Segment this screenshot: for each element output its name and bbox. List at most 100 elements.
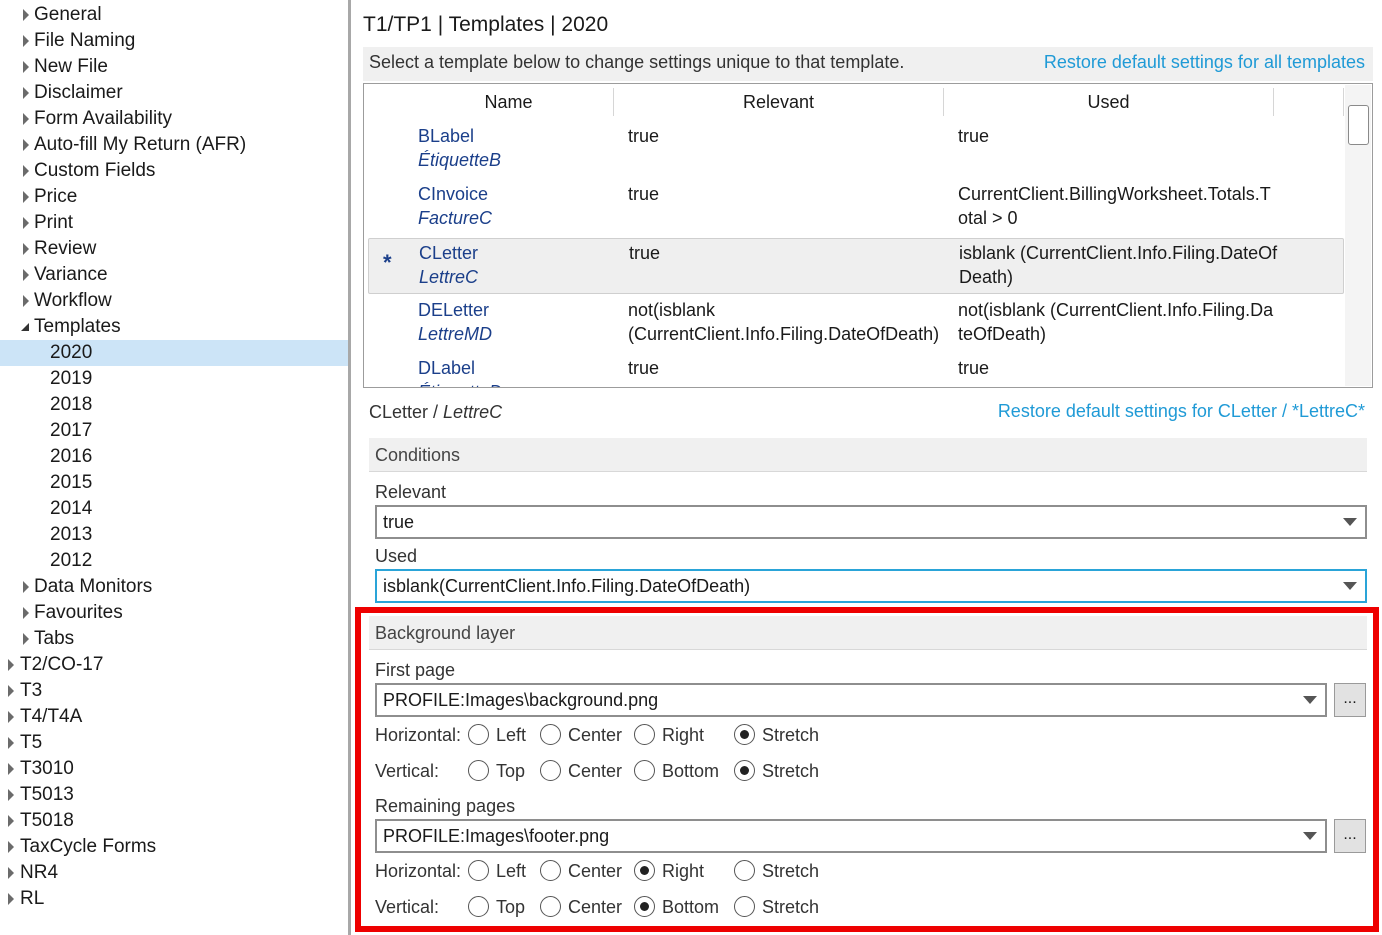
tree-item-label: TaxCycle Forms	[20, 836, 157, 857]
expand-arrow-icon[interactable]	[20, 184, 32, 210]
tree-item-disclaimer[interactable]: Disclaimer	[0, 80, 340, 106]
tree-item-form-availability[interactable]: Form Availability	[0, 106, 340, 132]
tree-item-2018[interactable]: 2018	[0, 392, 340, 418]
expand-arrow-icon[interactable]	[20, 158, 32, 184]
table-row[interactable]: BLabel ÉtiquetteB true true	[368, 122, 1344, 178]
tree-item-templates[interactable]: Templates	[0, 314, 340, 340]
tree-item-label: Workflow	[34, 290, 112, 311]
tree-item-t5013[interactable]: T5013	[0, 782, 340, 808]
expand-arrow-icon[interactable]	[5, 756, 17, 782]
tree-item-label: New File	[34, 56, 108, 77]
restore-all-link[interactable]: Restore default settings for all templat…	[1044, 52, 1365, 73]
expand-arrow-icon[interactable]	[5, 886, 17, 912]
tree-item-label: 2020	[50, 342, 93, 363]
tree-item-print[interactable]: Print	[0, 210, 340, 236]
tree-splitter[interactable]	[348, 0, 351, 935]
table-row[interactable]: DLabel ÉtiquetteD true true	[368, 354, 1344, 387]
column-header-name[interactable]: Name	[404, 88, 614, 116]
tree-item-rl[interactable]: RL	[0, 886, 340, 912]
table-row[interactable]: DELetter LettreMD not(isblank (CurrentClie…	[368, 296, 1344, 352]
expand-arrow-icon[interactable]	[5, 782, 17, 808]
tree-item-tabs[interactable]: Tabs	[0, 626, 340, 652]
expand-arrow-icon[interactable]	[20, 80, 32, 106]
conditions-heading: Conditions	[369, 438, 1367, 472]
tree-item-label: 2014	[50, 498, 93, 519]
selected-separator: /	[428, 402, 444, 422]
selected-name: CLetter	[369, 402, 429, 422]
tree-item-t5018[interactable]: T5018	[0, 808, 340, 834]
tree-item-data-monitors[interactable]: Data Monitors	[0, 574, 340, 600]
tree-item-label: T5	[20, 732, 43, 753]
expand-arrow-icon[interactable]	[20, 626, 32, 652]
tree-item-2012[interactable]: 2012	[0, 548, 340, 574]
tree-item-workflow[interactable]: Workflow	[0, 288, 340, 314]
tree-item-t4-t4a[interactable]: T4/T4A	[0, 704, 340, 730]
tree-item-t3010[interactable]: T3010	[0, 756, 340, 782]
tree-item-label: T3	[20, 680, 43, 701]
grid-scrollbar[interactable]	[1345, 85, 1371, 386]
tree-item-taxcycle-forms[interactable]: TaxCycle Forms	[0, 834, 340, 860]
expand-arrow-icon[interactable]	[5, 808, 17, 834]
table-row[interactable]: * CLetter LettreC true isblank (CurrentClien…	[368, 238, 1344, 294]
expand-arrow-icon[interactable]	[20, 262, 32, 288]
used-dropdown[interactable]: isblank(CurrentClient.Info.Filing.DateOf…	[375, 569, 1367, 603]
tree-item-variance[interactable]: Variance	[0, 262, 340, 288]
tree-item-label: Variance	[34, 264, 108, 285]
table-row[interactable]: CInvoice FactureC true CurrentClient.Billin…	[368, 180, 1344, 236]
expand-arrow-icon[interactable]	[20, 600, 32, 626]
expand-arrow-icon[interactable]	[5, 652, 17, 678]
tree-item-label: 2015	[50, 472, 93, 493]
expand-arrow-icon[interactable]	[20, 54, 32, 80]
tree-item-review[interactable]: Review	[0, 236, 340, 262]
tree-item-2014[interactable]: 2014	[0, 496, 340, 522]
expand-arrow-icon[interactable]	[20, 288, 32, 314]
tree-item-2016[interactable]: 2016	[0, 444, 340, 470]
tree-item-general[interactable]: General	[0, 2, 340, 28]
expand-arrow-icon[interactable]	[5, 730, 17, 756]
expand-arrow-icon[interactable]	[20, 2, 32, 28]
tree-item-2017[interactable]: 2017	[0, 418, 340, 444]
column-header-relevant[interactable]: Relevant	[614, 88, 944, 116]
used-label: Used	[375, 546, 418, 566]
highlight-box	[355, 607, 1379, 932]
column-header-used[interactable]: Used	[944, 88, 1274, 116]
tree-item-2013[interactable]: 2013	[0, 522, 340, 548]
template-french-name: FactureC	[418, 208, 493, 228]
expand-arrow-icon[interactable]	[5, 704, 17, 730]
tree-item-t5[interactable]: T5	[0, 730, 340, 756]
restore-template-link[interactable]: Restore default settings for CLetter / *…	[998, 401, 1365, 422]
used-value: isblank(CurrentClient.Info.Filing.DateOf…	[383, 576, 751, 596]
relevant-cell: true	[628, 358, 660, 378]
relevant-dropdown[interactable]: true	[375, 505, 1367, 539]
expand-arrow-icon[interactable]	[20, 28, 32, 54]
tree-item-favourites[interactable]: Favourites	[0, 600, 340, 626]
tree-item-price[interactable]: Price	[0, 184, 340, 210]
page-title: T1/TP1 | Templates | 2020	[363, 13, 609, 36]
tree-item-2015[interactable]: 2015	[0, 470, 340, 496]
expand-arrow-icon[interactable]	[20, 106, 32, 132]
relevant-label: Relevant	[375, 482, 447, 502]
tree-item-label: T2/CO-17	[20, 654, 104, 675]
tree-item-auto-fill-my-return-afr[interactable]: Auto-fill My Return (AFR)	[0, 132, 340, 158]
tree-item-new-file[interactable]: New File	[0, 54, 340, 80]
expand-arrow-icon[interactable]	[20, 574, 32, 600]
tree-item-t2-co-17[interactable]: T2/CO-17	[0, 652, 340, 678]
expand-arrow-icon[interactable]	[5, 834, 17, 860]
expand-arrow-icon[interactable]	[20, 132, 32, 158]
tree-item-nr4[interactable]: NR4	[0, 860, 340, 886]
tree-item-label: T3010	[20, 758, 74, 779]
expand-arrow-icon[interactable]	[5, 860, 17, 886]
collapse-arrow-icon[interactable]	[20, 314, 32, 340]
expand-arrow-icon[interactable]	[20, 236, 32, 262]
hint-text: Select a template below to change settin…	[369, 52, 905, 72]
tree-item-2019[interactable]: 2019	[0, 366, 340, 392]
expand-arrow-icon[interactable]	[5, 678, 17, 704]
tree-item-file-naming[interactable]: File Naming	[0, 28, 340, 54]
tree-item-custom-fields[interactable]: Custom Fields	[0, 158, 340, 184]
template-name: DLabel	[418, 358, 476, 378]
template-name: CLetter	[419, 243, 479, 263]
expand-arrow-icon[interactable]	[20, 210, 32, 236]
grid-scrollbar-thumb[interactable]	[1348, 105, 1369, 145]
tree-item-2020[interactable]: 2020	[0, 340, 348, 366]
tree-item-t3[interactable]: T3	[0, 678, 340, 704]
